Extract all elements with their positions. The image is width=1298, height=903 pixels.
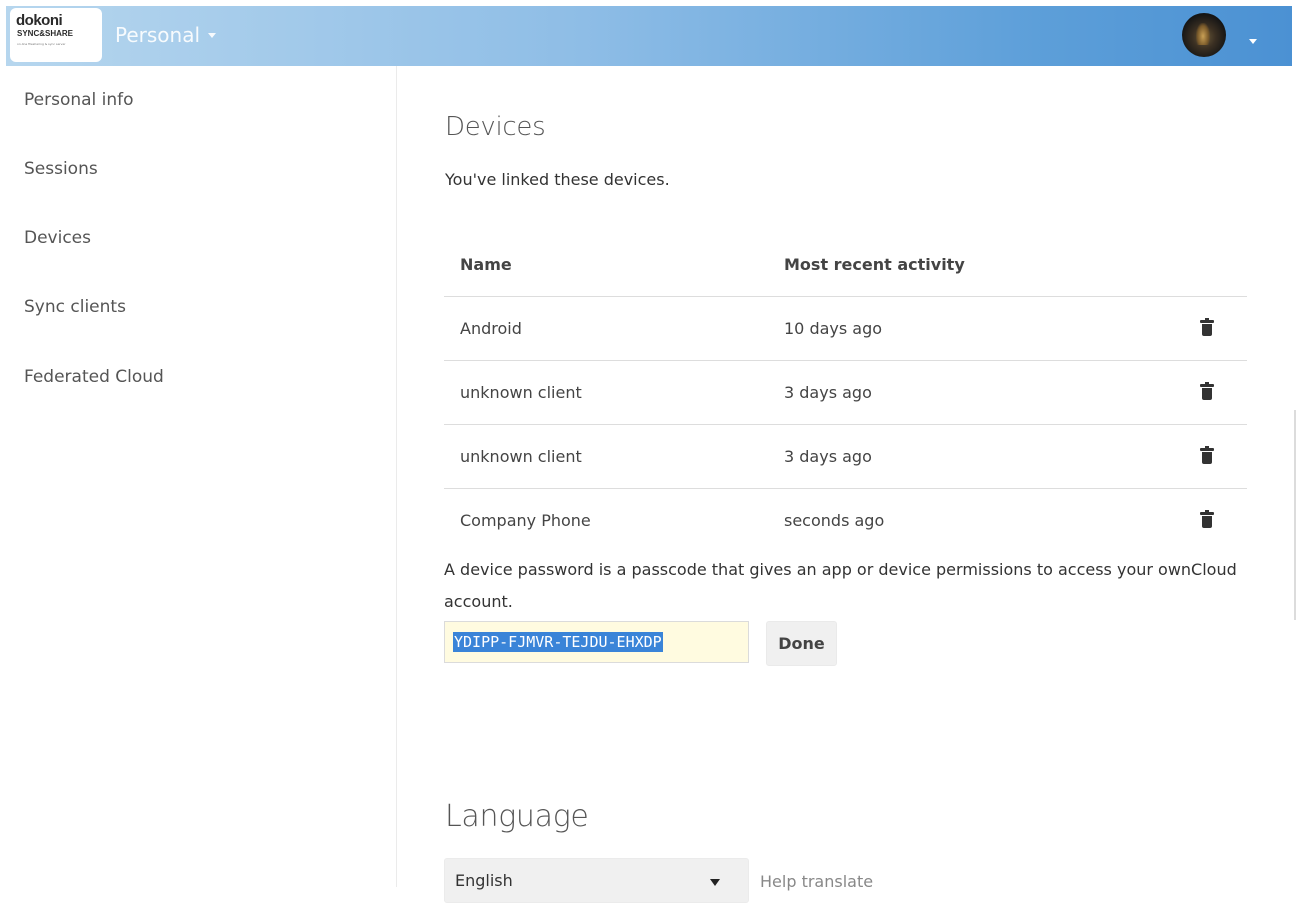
logo[interactable]: dokoni SYNC&SHARE on-line filesharing & … — [10, 8, 102, 62]
device-name: Company Phone — [460, 511, 591, 530]
trash-icon[interactable] — [1200, 445, 1214, 464]
column-header-activity: Most recent activity — [768, 233, 1180, 297]
table-header-row: Name Most recent activity — [444, 233, 1247, 297]
settings-content: Devices You've linked these devices. Nam… — [397, 66, 1292, 903]
language-section-title: Language — [445, 799, 589, 834]
devices-section-title: Devices — [445, 112, 546, 142]
logo-subtitle: SYNC&SHARE — [17, 29, 74, 38]
device-activity: 10 days ago — [768, 296, 1180, 361]
column-header-actions — [1180, 233, 1247, 297]
app-header: dokoni SYNC&SHARE on-line filesharing & … — [6, 6, 1292, 66]
done-button[interactable]: Done — [766, 621, 837, 666]
language-selected-value: English — [455, 871, 513, 890]
device-password-field[interactable]: YDIPP-FJMVR-TEJDU-EHXDP — [444, 621, 749, 663]
trash-icon[interactable] — [1200, 381, 1214, 400]
app-menu-toggle[interactable]: Personal — [115, 20, 217, 50]
device-actions — [1180, 296, 1247, 361]
column-header-name: Name — [444, 233, 768, 297]
sidebar-item-devices[interactable]: Devices — [24, 228, 91, 248]
chevron-down-icon — [208, 32, 217, 38]
device-activity: 3 days ago — [768, 424, 1180, 489]
devices-table: Name Most recent activity Android 10 day… — [444, 233, 1247, 552]
table-row: unknown client 3 days ago — [444, 424, 1247, 489]
trash-icon[interactable] — [1200, 509, 1214, 528]
device-actions — [1180, 424, 1247, 489]
avatar[interactable] — [1182, 13, 1226, 57]
user-menu-chevron-down-icon[interactable] — [1249, 39, 1257, 44]
device-actions — [1180, 360, 1247, 425]
scrollbar[interactable] — [1294, 410, 1296, 620]
trash-icon[interactable] — [1200, 317, 1214, 336]
chevron-down-icon — [710, 879, 720, 886]
device-name: Android — [444, 296, 768, 361]
device-name: unknown client — [444, 424, 768, 489]
device-actions — [1180, 489, 1247, 553]
sidebar-item-federated-cloud[interactable]: Federated Cloud — [24, 367, 164, 387]
logo-tagline: on-line filesharing & sync server — [17, 42, 66, 46]
help-translate-link[interactable]: Help translate — [760, 872, 873, 891]
device-name: unknown client — [444, 360, 768, 425]
device-activity: 3 days ago — [768, 360, 1180, 425]
sidebar-item-personal-info[interactable]: Personal info — [24, 90, 134, 110]
device-activity: seconds ago — [784, 511, 885, 530]
logo-wordmark: dokoni — [16, 12, 63, 29]
device-password-value: YDIPP-FJMVR-TEJDU-EHXDP — [453, 632, 663, 652]
devices-subtitle: You've linked these devices. — [445, 170, 670, 189]
table-row: unknown client 3 days ago — [444, 360, 1247, 425]
settings-sidebar: Personal info Sessions Devices Sync clie… — [0, 66, 397, 887]
sidebar-item-sessions[interactable]: Sessions — [24, 159, 98, 179]
sidebar-item-sync-clients[interactable]: Sync clients — [24, 297, 126, 317]
language-select[interactable]: English — [444, 858, 749, 903]
device-password-description: A device password is a passcode that giv… — [444, 560, 1237, 611]
table-row: Android 10 days ago — [444, 296, 1247, 361]
table-row: Company Phone seconds ago — [444, 489, 1247, 553]
app-name: Personal — [115, 23, 201, 47]
